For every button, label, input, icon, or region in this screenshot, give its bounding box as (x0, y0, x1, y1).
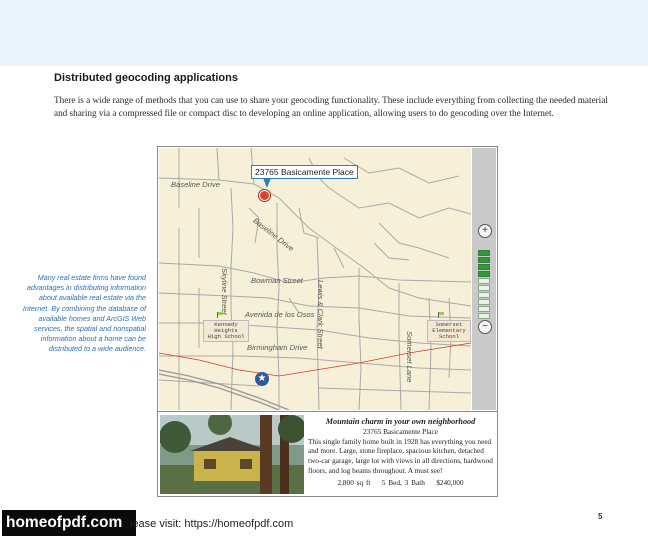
street-label: Skyline Street (220, 268, 229, 315)
street-label: Birmingham Drive (247, 343, 308, 352)
zoom-in-icon[interactable]: + (478, 224, 492, 238)
footer-visit-link[interactable]: lease visit: https://homeofpdf.com (130, 518, 293, 530)
site-logo[interactable]: homeofpdf.com (2, 510, 136, 536)
zoom-level-step[interactable] (478, 306, 490, 312)
street-label: Somerset Lane (405, 331, 414, 383)
top-band (0, 0, 648, 66)
zoom-level-step[interactable] (478, 264, 490, 270)
zoom-level-step[interactable] (478, 278, 490, 284)
zoom-level-step[interactable] (478, 313, 490, 319)
section-heading: Distributed geocoding applications (54, 72, 238, 84)
body-paragraph: There is a wide range of methods that yo… (54, 95, 608, 118)
zoom-control: + − (472, 148, 496, 410)
star-marker-icon[interactable]: ★ (255, 372, 269, 386)
listing-details: Mountain charm in your own neighborhood … (308, 417, 493, 488)
street-label: Lewis & Clark Street (316, 280, 325, 349)
zoom-slider[interactable] (478, 250, 490, 320)
zoom-level-step[interactable] (478, 285, 490, 291)
school-label: Somerset Elementary School (427, 320, 471, 342)
zoom-level-step[interactable] (478, 299, 490, 305)
school-label: Kennedy Heights High School (203, 320, 249, 342)
house-photo-illustration (160, 415, 304, 494)
real-estate-figure: 23765 Basicamente Place Baseline Drive B… (157, 146, 498, 497)
zoom-level-step[interactable] (478, 292, 490, 298)
school-flag-icon (217, 312, 224, 318)
listing-beds-baths: 5 Bed, 3 Bath (381, 477, 425, 487)
zoom-level-step[interactable] (478, 257, 490, 263)
map-view[interactable]: 23765 Basicamente Place Baseline Drive B… (159, 148, 471, 410)
sidebar-note: Many real estate firms have found advant… (22, 273, 146, 354)
address-callout: 23765 Basicamente Place (251, 165, 358, 179)
location-pin-icon[interactable] (259, 190, 270, 201)
listing-price: $240,000 (436, 477, 464, 487)
house-photo (160, 415, 304, 494)
callout-pointer (263, 178, 271, 188)
listing-title: Mountain charm in your own neighborhood (325, 417, 476, 426)
listing-address: 23765 Basicamente Place (363, 426, 438, 436)
listing-sqft: 2,800 sq ft (337, 477, 371, 487)
zoom-out-icon[interactable]: − (478, 320, 492, 334)
zoom-level-step[interactable] (478, 250, 490, 256)
page-number: 5 (598, 512, 603, 521)
zoom-level-step[interactable] (478, 271, 490, 277)
listing-description: This single family home built in 1928 ha… (308, 436, 493, 475)
listing-panel: Mountain charm in your own neighborhood … (158, 411, 497, 497)
street-label: Bowman Street (251, 276, 303, 285)
street-label: Baseline Drive (171, 180, 220, 189)
listing-stats: 2,800 sq ft 5 Bed, 3 Bath $240,000 (308, 478, 493, 488)
school-flag-icon (438, 312, 445, 318)
street-label: Avenida de los Osos (245, 310, 315, 319)
